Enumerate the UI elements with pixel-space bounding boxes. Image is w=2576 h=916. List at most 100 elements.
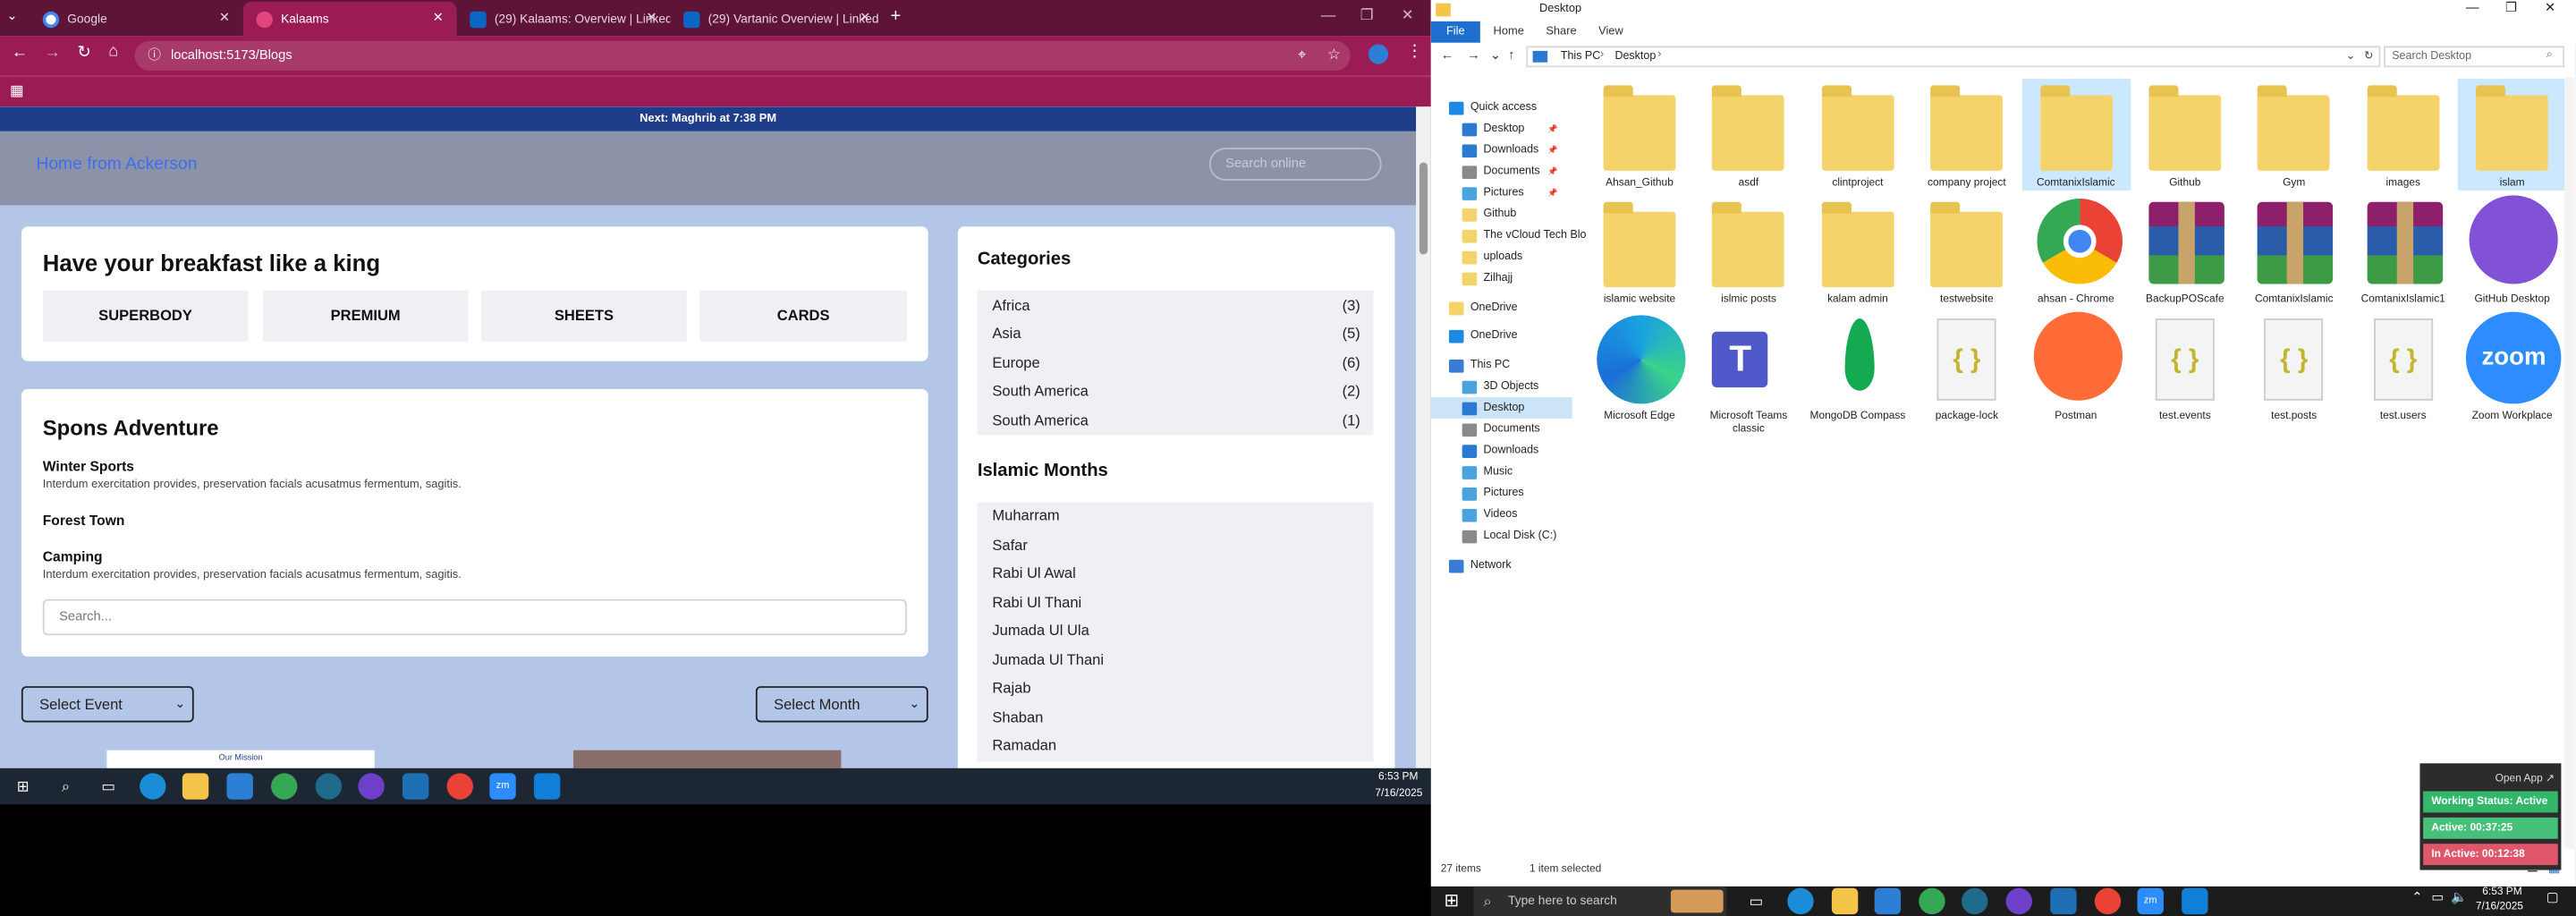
- nav-item[interactable]: Zilhajj: [1462, 267, 1513, 289]
- nav-item[interactable]: OneDrive: [1448, 297, 1518, 318]
- back-icon[interactable]: ←: [1441, 47, 1454, 63]
- nav-item[interactable]: The vCloud Tech Blo: [1462, 225, 1587, 246]
- file-item[interactable]: ahsan - Chrome: [2021, 195, 2130, 307]
- nav-item[interactable]: Local Disk (C:): [1462, 525, 1556, 547]
- vscode-icon[interactable]: [402, 773, 429, 800]
- file-item[interactable]: { } package-lock: [1912, 312, 2021, 424]
- month-item[interactable]: Rabi Ul Thani: [978, 589, 1374, 617]
- file-item[interactable]: asdf: [1694, 79, 1802, 191]
- store-icon[interactable]: [1874, 887, 1902, 915]
- category-item[interactable]: Europe (6): [978, 348, 1374, 377]
- menu-icon[interactable]: ⋮: [1406, 43, 1422, 61]
- file-item[interactable]: MongoDB Compass: [1803, 312, 1911, 424]
- scrollbar-thumb[interactable]: [1419, 162, 1428, 255]
- windows-start-icon[interactable]: ⊞: [10, 773, 36, 799]
- month-item[interactable]: Shaban: [978, 703, 1374, 732]
- sheets-button[interactable]: SHEETS: [481, 290, 687, 342]
- pin-icon[interactable]: 📌: [1547, 124, 1557, 134]
- category-item[interactable]: Asia (5): [978, 319, 1374, 348]
- nav-item[interactable]: OneDrive: [1448, 325, 1518, 346]
- store-icon[interactable]: [226, 773, 253, 800]
- app-icon[interactable]: [1962, 887, 1988, 915]
- file-item[interactable]: BackupPOScafe: [2131, 195, 2239, 307]
- tab-kalaams[interactable]: Kalaams ✕: [242, 1, 457, 37]
- close-icon[interactable]: ✕: [219, 10, 230, 25]
- select-month-dropdown[interactable]: Select Month ⌄: [755, 686, 928, 723]
- file-item[interactable]: images: [2349, 79, 2457, 191]
- month-item[interactable]: Muharram: [978, 503, 1374, 531]
- file-item[interactable]: { } test.events: [2131, 312, 2239, 424]
- forward-icon[interactable]: →: [45, 45, 61, 63]
- file-item[interactable]: zoom Zoom Workplace: [2458, 311, 2566, 424]
- zoom-icon[interactable]: zm: [2137, 887, 2164, 915]
- search-icon[interactable]: ⌕: [53, 773, 79, 799]
- windows-start-icon[interactable]: ⊞: [1444, 890, 1459, 911]
- open-app-button[interactable]: Open App ↗: [2419, 763, 2562, 792]
- file-item[interactable]: T Microsoft Teams classic: [1694, 312, 1802, 437]
- breadcrumb-desktop[interactable]: Desktop: [1614, 51, 1656, 63]
- nav-item[interactable]: Github: [1462, 204, 1516, 225]
- close-icon[interactable]: ✕: [433, 10, 444, 25]
- file-item[interactable]: Postman: [2021, 311, 2130, 424]
- nav-item[interactable]: This PC: [1448, 354, 1510, 376]
- back-icon[interactable]: ←: [12, 45, 28, 63]
- file-item[interactable]: Microsoft Edge: [1585, 312, 1693, 424]
- github-desktop-icon[interactable]: [358, 773, 385, 800]
- breadcrumb-this-pc[interactable]: This PC: [1561, 51, 1600, 63]
- vscode-icon[interactable]: [2050, 887, 2077, 915]
- nav-item[interactable]: Desktop: [1430, 397, 1572, 419]
- nav-item[interactable]: Downloads 📌: [1462, 140, 1558, 161]
- file-item[interactable]: { } test.users: [2349, 312, 2457, 424]
- tab-google[interactable]: Google ✕: [30, 2, 243, 37]
- volume-icon[interactable]: 🔈: [2451, 890, 2467, 905]
- page-scrollbar[interactable]: [1416, 106, 1431, 768]
- task-view-icon[interactable]: ▭: [1743, 888, 1769, 914]
- nav-item[interactable]: Documents 📌: [1462, 161, 1558, 182]
- recent-locations-icon[interactable]: ⌄: [1490, 47, 1501, 63]
- nav-item[interactable]: 3D Objects: [1462, 376, 1538, 397]
- month-item[interactable]: Ramadan: [978, 732, 1374, 760]
- tab-list-icon[interactable]: ⌄: [6, 8, 17, 23]
- nav-item[interactable]: Documents: [1462, 419, 1540, 440]
- task-view-icon[interactable]: ▭: [96, 773, 122, 799]
- file-item[interactable]: ComtanixIslamic: [2021, 79, 2131, 191]
- app-icon[interactable]: [315, 773, 343, 800]
- explorer-scrollbar[interactable]: [2564, 77, 2575, 849]
- new-tab-button[interactable]: +: [890, 6, 901, 26]
- network-icon[interactable]: ▭: [2431, 890, 2444, 905]
- url-field[interactable]: ⓘ localhost:5173/Blogs ⌖ ☆: [134, 40, 1351, 71]
- nav-item[interactable]: Music: [1462, 462, 1513, 483]
- chrome-profile-icon[interactable]: [446, 773, 473, 800]
- online-search-input[interactable]: Search online: [1208, 148, 1382, 181]
- file-item[interactable]: ComtanixIslamic: [2240, 195, 2348, 307]
- up-icon[interactable]: ↑: [1508, 47, 1514, 63]
- ribbon-tab-view[interactable]: View: [1598, 26, 1623, 38]
- nav-item[interactable]: Downloads: [1462, 440, 1538, 462]
- file-item[interactable]: GitHub Desktop: [2458, 195, 2566, 307]
- chrome-profile-icon[interactable]: [2094, 887, 2122, 915]
- forward-icon[interactable]: →: [1467, 47, 1480, 63]
- file-item[interactable]: company project: [1912, 79, 2021, 191]
- tab-linkedin-vartanic[interactable]: (29) Vartanic Overview | Linked ✕: [670, 2, 884, 37]
- nav-item[interactable]: Pictures 📌: [1462, 182, 1558, 204]
- category-item[interactable]: South America (2): [978, 377, 1374, 405]
- home-link[interactable]: Home from Ackerson: [36, 154, 197, 174]
- tab-linkedin-kalaams[interactable]: (29) Kalaams: Overview | Linked ✕: [457, 2, 670, 37]
- superbody-button[interactable]: SUPERBODY: [42, 290, 249, 342]
- close-icon[interactable]: ✕: [860, 10, 870, 25]
- file-item[interactable]: kalam admin: [1803, 195, 1911, 307]
- adventure-search-input[interactable]: Search...: [42, 598, 907, 636]
- chrome-icon[interactable]: [271, 773, 298, 800]
- taskbar-search-box[interactable]: ⌕ Type here to search: [1473, 886, 1727, 916]
- file-item[interactable]: islam: [2458, 79, 2567, 191]
- close-icon[interactable]: ✕: [646, 10, 657, 25]
- maximize-button[interactable]: ❐: [1360, 6, 1374, 24]
- ribbon-tab-file[interactable]: File: [1430, 21, 1480, 43]
- reload-icon[interactable]: ↻: [77, 45, 90, 63]
- nav-item[interactable]: uploads: [1462, 246, 1522, 267]
- category-item[interactable]: Africa (3): [978, 291, 1374, 319]
- file-item[interactable]: testwebsite: [1912, 195, 2021, 307]
- file-item[interactable]: Ahsan_Github: [1585, 79, 1693, 191]
- file-explorer-icon[interactable]: [1831, 887, 1859, 915]
- close-window-button[interactable]: ✕: [2545, 0, 2555, 15]
